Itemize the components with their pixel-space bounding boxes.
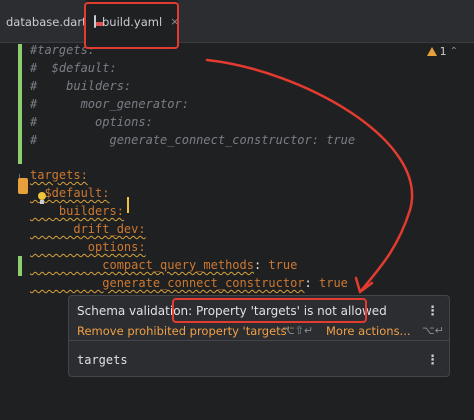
divider bbox=[69, 340, 449, 341]
annotation-box-message bbox=[172, 298, 367, 323]
code-line: options: bbox=[30, 240, 146, 254]
lightbulb-icon[interactable] bbox=[36, 192, 48, 206]
changed-lines-marker[interactable] bbox=[18, 256, 22, 276]
popup-target-name: targets bbox=[77, 353, 128, 367]
more-actions-shortcut: ⌥↵ bbox=[422, 324, 444, 337]
annotation-box-tab bbox=[84, 2, 179, 49]
code-line: # moor_generator: bbox=[30, 97, 189, 111]
more-actions-link[interactable]: More actions... bbox=[326, 324, 411, 338]
gutter-warning-marker[interactable] bbox=[18, 178, 28, 194]
code-line: targets: bbox=[30, 168, 88, 182]
code-line: compact_query_methods: true bbox=[30, 256, 297, 274]
yaml-key: generate_connect_constructor bbox=[30, 276, 305, 290]
warning-count: 1 bbox=[439, 44, 447, 58]
code-line: generate_connect_constructor: true bbox=[30, 274, 348, 292]
code-line: # builders: bbox=[30, 79, 132, 93]
quick-fix-link[interactable]: Remove prohibited property 'targets' bbox=[77, 324, 290, 338]
tab-label: database.dart bbox=[6, 14, 87, 29]
more-options-icon[interactable]: ⋮ bbox=[426, 304, 439, 319]
editor-tab-bar: database.dart build.yaml × bbox=[0, 0, 474, 43]
tab-database-dart[interactable]: database.dart bbox=[0, 0, 87, 43]
changed-lines-marker[interactable] bbox=[18, 44, 22, 164]
inspection-widget[interactable]: 1 ⌃ bbox=[426, 44, 458, 58]
code-line: # $default: bbox=[30, 61, 117, 75]
code-line: # options: bbox=[30, 115, 153, 129]
quick-fix-shortcut: ⌥⇧↵ bbox=[282, 324, 314, 337]
colon: : bbox=[304, 276, 312, 290]
more-options-icon[interactable]: ⋮ bbox=[426, 353, 439, 368]
code-line: drift_dev: bbox=[30, 222, 146, 236]
text-caret bbox=[127, 197, 129, 213]
code-line: # generate_connect_constructor: true bbox=[30, 133, 356, 147]
yaml-value: true bbox=[261, 258, 298, 272]
warning-icon bbox=[426, 46, 437, 56]
yaml-key: compact_query_methods bbox=[30, 258, 254, 272]
yaml-value: true bbox=[311, 276, 348, 290]
chevron-up-icon[interactable]: ⌃ bbox=[450, 46, 458, 57]
